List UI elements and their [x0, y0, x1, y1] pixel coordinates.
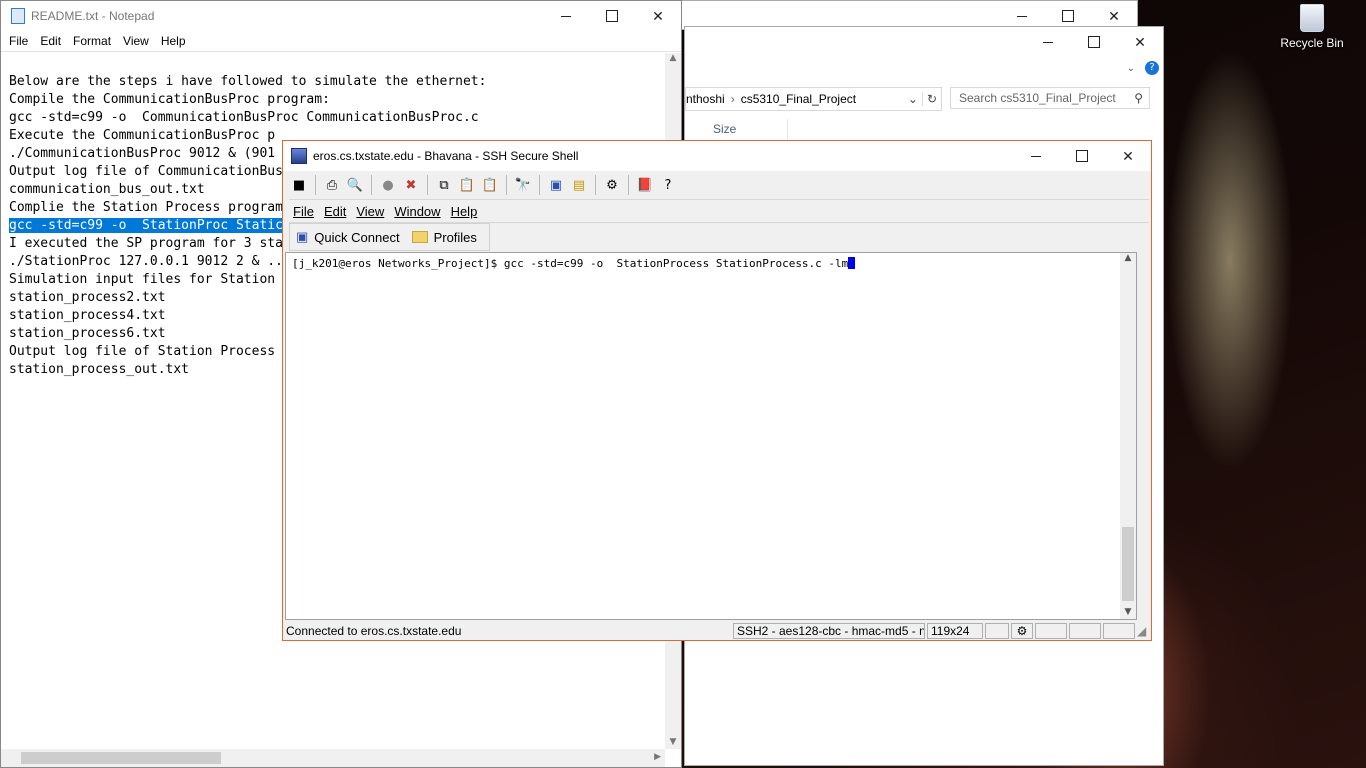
toolbar-separator	[427, 175, 428, 195]
menu-view[interactable]: View	[352, 204, 390, 219]
terminal-scrollbar[interactable]: ▲ ▼	[1120, 253, 1136, 619]
menu-bar: File Edit View Window Help	[289, 199, 1149, 223]
book-icon[interactable]: 📕	[635, 175, 655, 195]
close-button[interactable]: ✕	[1117, 27, 1163, 57]
toolbar-separator	[506, 175, 507, 195]
connect-icon[interactable]: ●	[378, 175, 398, 195]
search-input[interactable]: Search cs5310_Final_Project ⚲	[950, 87, 1150, 109]
maximize-button[interactable]	[1059, 141, 1105, 171]
menu-format[interactable]: Format	[67, 34, 117, 48]
scroll-down-icon[interactable]: ▼	[1120, 607, 1136, 617]
scroll-up-icon[interactable]: ▲	[1120, 253, 1136, 263]
selected-text[interactable]: gcc -std=c99 -o StationProc Static	[9, 218, 283, 233]
find-icon[interactable]: 🔭	[513, 175, 533, 195]
menu-help[interactable]: Help	[155, 34, 192, 48]
breadcrumb-separator-icon: ›	[730, 92, 735, 106]
window-title: README.txt - Notepad	[31, 9, 155, 23]
chevron-down-icon[interactable]: ⌄	[904, 92, 922, 106]
address-bar[interactable]: nthoshi › cs5310_Final_Project ⌄ ↻	[685, 87, 942, 111]
cipher-status: SSH2 - aes128-cbc - hmac-md5 - nc	[733, 623, 925, 639]
quick-connect-bar: ▣ Quick Connect Profiles	[289, 223, 490, 251]
text-line: gcc -std=c99 -o CommunicationBusProc Com…	[9, 110, 479, 125]
recycle-bin-label: Recycle Bin	[1280, 36, 1344, 50]
profiles-label: Profiles	[433, 229, 477, 245]
recycle-bin-icon	[1300, 4, 1324, 32]
menu-window[interactable]: Window	[390, 204, 446, 219]
toolbar: ■ ⎙ 🔍 ● ✖ ⧉ 📋 📋 🔭 ▣ ▤ ⚙ 📕 ?	[289, 172, 678, 198]
toolbar-separator	[595, 175, 596, 195]
new-terminal-icon[interactable]: ▣	[546, 175, 566, 195]
resize-grip-icon[interactable]: ◢	[1137, 624, 1151, 638]
help-icon[interactable]: ?	[1145, 61, 1159, 75]
menu-edit[interactable]: Edit	[34, 34, 67, 48]
status-slot	[985, 623, 1009, 639]
toolbar-separator	[539, 175, 540, 195]
ssh-app-icon	[291, 148, 307, 164]
ssh-window[interactable]: eros.cs.txstate.edu - Bhavana - SSH Secu…	[282, 140, 1152, 641]
minimize-button[interactable]	[543, 1, 589, 31]
scroll-thumb[interactable]	[1122, 527, 1134, 601]
save-icon[interactable]: ■	[289, 175, 309, 195]
search-placeholder: Search cs5310_Final_Project	[959, 91, 1116, 105]
breadcrumb-folder[interactable]: cs5310_Final_Project	[741, 92, 904, 106]
menu-bar: File Edit Format View Help	[1, 31, 681, 52]
recycle-bin[interactable]: Recycle Bin	[1276, 4, 1348, 50]
quick-connect-label: Quick Connect	[314, 229, 400, 245]
close-button[interactable]: ✕	[635, 1, 681, 31]
minimize-button[interactable]	[1013, 141, 1059, 171]
terminal[interactable]: [j_k201@eros Networks_Project]$ gcc -std…	[285, 252, 1137, 620]
scroll-thumb[interactable]	[21, 752, 221, 764]
status-slot	[1035, 623, 1067, 639]
column-header-size[interactable]: Size	[711, 119, 788, 139]
paste-disabled-icon[interactable]: 📋	[480, 175, 500, 195]
disconnect-icon[interactable]: ✖	[401, 175, 421, 195]
status-bar: Connected to eros.cs.txstate.edu SSH2 - …	[283, 622, 1151, 640]
chevron-down-icon[interactable]: ⌄	[1127, 63, 1135, 74]
quick-connect-button[interactable]: ▣ Quick Connect	[290, 229, 406, 245]
paste-icon[interactable]: 📋	[457, 175, 477, 195]
profiles-button[interactable]: Profiles	[406, 230, 483, 245]
text-line: Compile the CommunicationBusProc program…	[9, 92, 330, 107]
text-line: Below are the steps i have followed to s…	[9, 74, 487, 89]
toolbar-separator	[315, 175, 316, 195]
print-icon[interactable]: ⎙	[322, 175, 342, 195]
refresh-icon[interactable]: ↻	[921, 92, 941, 106]
encryption-icon: ⚙	[1011, 623, 1033, 639]
search-icon: ⚲	[1134, 91, 1143, 105]
menu-file[interactable]: File	[289, 204, 320, 219]
copy-icon[interactable]: ⧉	[434, 175, 454, 195]
menu-edit[interactable]: Edit	[320, 204, 352, 219]
horizontal-scrollbar[interactable]: ▶	[1, 749, 665, 767]
notepad-icon	[11, 8, 25, 24]
menu-file[interactable]: File	[3, 34, 34, 48]
terminal-line: [j_k201@eros Networks_Project]$ gcc -std…	[292, 257, 849, 270]
scroll-down-icon[interactable]: ▼	[665, 737, 681, 747]
toolbar-separator	[371, 175, 372, 195]
toolbar-separator	[628, 175, 629, 195]
settings-icon[interactable]: ⚙	[602, 175, 622, 195]
scroll-right-icon[interactable]: ▶	[654, 752, 661, 762]
terminal-cursor	[848, 257, 856, 269]
menu-view[interactable]: View	[117, 34, 155, 48]
status-slot	[1069, 623, 1101, 639]
print-preview-icon[interactable]: 🔍	[345, 175, 365, 195]
scroll-up-icon[interactable]: ▲	[665, 53, 681, 63]
status-slot	[1103, 623, 1135, 639]
menu-help[interactable]: Help	[447, 204, 484, 219]
terminal-size: 119x24	[927, 623, 983, 639]
maximize-button[interactable]	[589, 1, 635, 31]
folder-icon	[411, 231, 428, 243]
quick-connect-icon: ▣	[296, 229, 309, 244]
window-title: eros.cs.txstate.edu - Bhavana - SSH Secu…	[313, 149, 579, 163]
breadcrumb-segment[interactable]: nthoshi	[686, 92, 725, 106]
close-button[interactable]: ✕	[1105, 141, 1151, 171]
minimize-button[interactable]	[1025, 27, 1071, 57]
maximize-button[interactable]	[1071, 27, 1117, 57]
connection-status: Connected to eros.cs.txstate.edu	[286, 624, 462, 638]
file-transfer-icon[interactable]: ▤	[569, 175, 589, 195]
context-help-icon[interactable]: ?	[658, 175, 678, 195]
